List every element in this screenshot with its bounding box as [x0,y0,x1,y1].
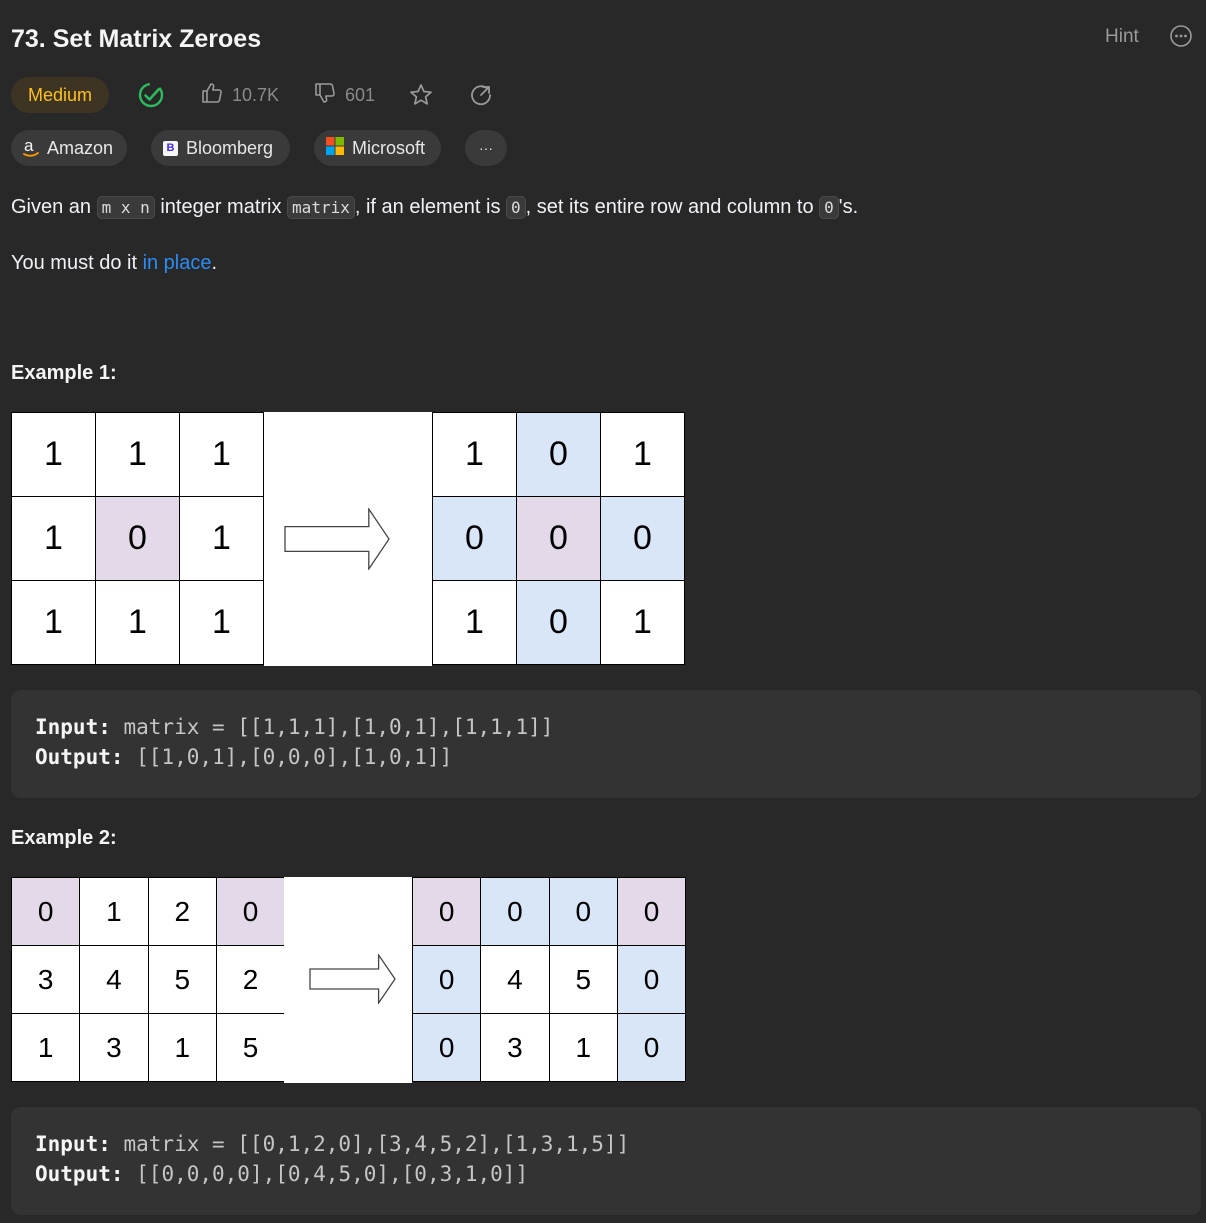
right-arrow-icon [284,508,390,570]
after-matrix-cell: 0 [600,496,685,581]
right-arrow-icon [309,954,396,1004]
dislike-button[interactable]: 601 [313,81,375,109]
after-matrix-cell: 0 [412,877,482,946]
tag-label: Microsoft [352,137,426,158]
before-matrix-cell: 0 [215,877,286,946]
after-matrix-cell: 1 [432,580,517,665]
tag-label: Amazon [47,137,114,158]
description-paragraph: Given an m x n integer matrix matrix, if… [11,196,859,219]
example-1-heading: Example 1: [11,362,117,384]
before-matrix-cell: 1 [79,877,149,946]
after-matrix-cell: 5 [548,945,618,1014]
before-matrix-cell: 0 [11,877,81,946]
before-matrix-cell: 5 [147,945,217,1014]
inline-code: 0 [819,196,839,219]
after-matrix-cell: 0 [616,945,687,1014]
after-matrix-cell: 0 [616,1013,687,1082]
before-matrix-cell: 4 [79,945,149,1014]
after-matrix-cell: 0 [412,1013,482,1082]
before-matrix-cell: 1 [179,580,264,665]
after-matrix-cell: 0 [412,945,482,1014]
inline-code: matrix [287,196,355,219]
after-matrix-cell: 0 [516,496,601,581]
after-matrix-cell: 0 [480,877,550,946]
before-matrix-cell: 5 [215,1013,286,1082]
after-matrix-cell: 0 [616,877,687,946]
before-matrix-cell: 1 [11,1013,81,1082]
tag-label: Bloomberg [186,137,274,158]
before-matrix-cell: 2 [147,877,217,946]
before-matrix-cell: 1 [11,412,96,497]
problem-title: 73. Set Matrix Zeroes [11,25,262,53]
microsoft-logo-icon [326,136,344,160]
tag-microsoft[interactable]: Microsoft [314,130,441,166]
in-place-link[interactable]: in place [143,252,212,274]
after-matrix-cell: 4 [480,945,550,1014]
thumbs-down-icon [313,81,337,110]
before-matrix-cell: 1 [11,580,96,665]
before-matrix-cell: 1 [179,496,264,581]
after-matrix-cell: 0 [516,412,601,497]
hint-button[interactable]: Hint [1105,26,1139,48]
share-icon[interactable] [468,82,494,108]
amazon-logo-icon: a [23,136,39,159]
before-matrix-cell: 1 [11,496,96,581]
before-matrix-cell: 1 [95,580,180,665]
example-2-heading: Example 2: [11,827,117,849]
after-matrix-cell: 1 [600,580,685,665]
after-matrix-cell: 0 [516,580,601,665]
inline-code: m x n [96,196,155,219]
before-matrix-cell: 1 [95,412,180,497]
after-matrix-cell: 3 [480,1013,550,1082]
star-icon[interactable] [408,82,434,108]
before-matrix-cell: 2 [215,945,286,1014]
tag-amazon[interactable]: a Amazon [11,130,127,166]
bloomberg-logo-icon: B [163,140,178,156]
thumbs-up-icon [200,81,224,110]
before-matrix-cell: 0 [95,496,180,581]
dislike-count: 601 [345,84,376,105]
like-button[interactable]: 10.7K [200,81,279,109]
after-matrix-cell: 1 [600,412,685,497]
more-tags-button[interactable]: ··· [465,130,507,166]
after-matrix-cell: 1 [432,412,517,497]
in-place-paragraph: You must do it in place. [11,252,218,274]
difficulty-badge: Medium [11,77,109,113]
more-options-icon[interactable] [1170,25,1192,47]
inline-code: 0 [506,196,526,219]
example-1-code: Input: matrix = [[1,1,1],[1,0,1],[1,1,1]… [11,690,1201,798]
tag-bloomberg[interactable]: B Bloomberg [151,130,290,166]
before-matrix-cell: 3 [79,1013,149,1082]
before-matrix-cell: 1 [179,412,264,497]
after-matrix-cell: 0 [432,496,517,581]
after-matrix-cell: 0 [548,877,618,946]
example-2-code: Input: matrix = [[0,1,2,0],[3,4,5,2],[1,… [11,1107,1201,1215]
before-matrix-cell: 3 [11,945,81,1014]
solved-check-icon [137,81,165,109]
after-matrix-cell: 1 [548,1013,618,1082]
like-count: 10.7K [232,84,280,105]
before-matrix-cell: 1 [147,1013,217,1082]
